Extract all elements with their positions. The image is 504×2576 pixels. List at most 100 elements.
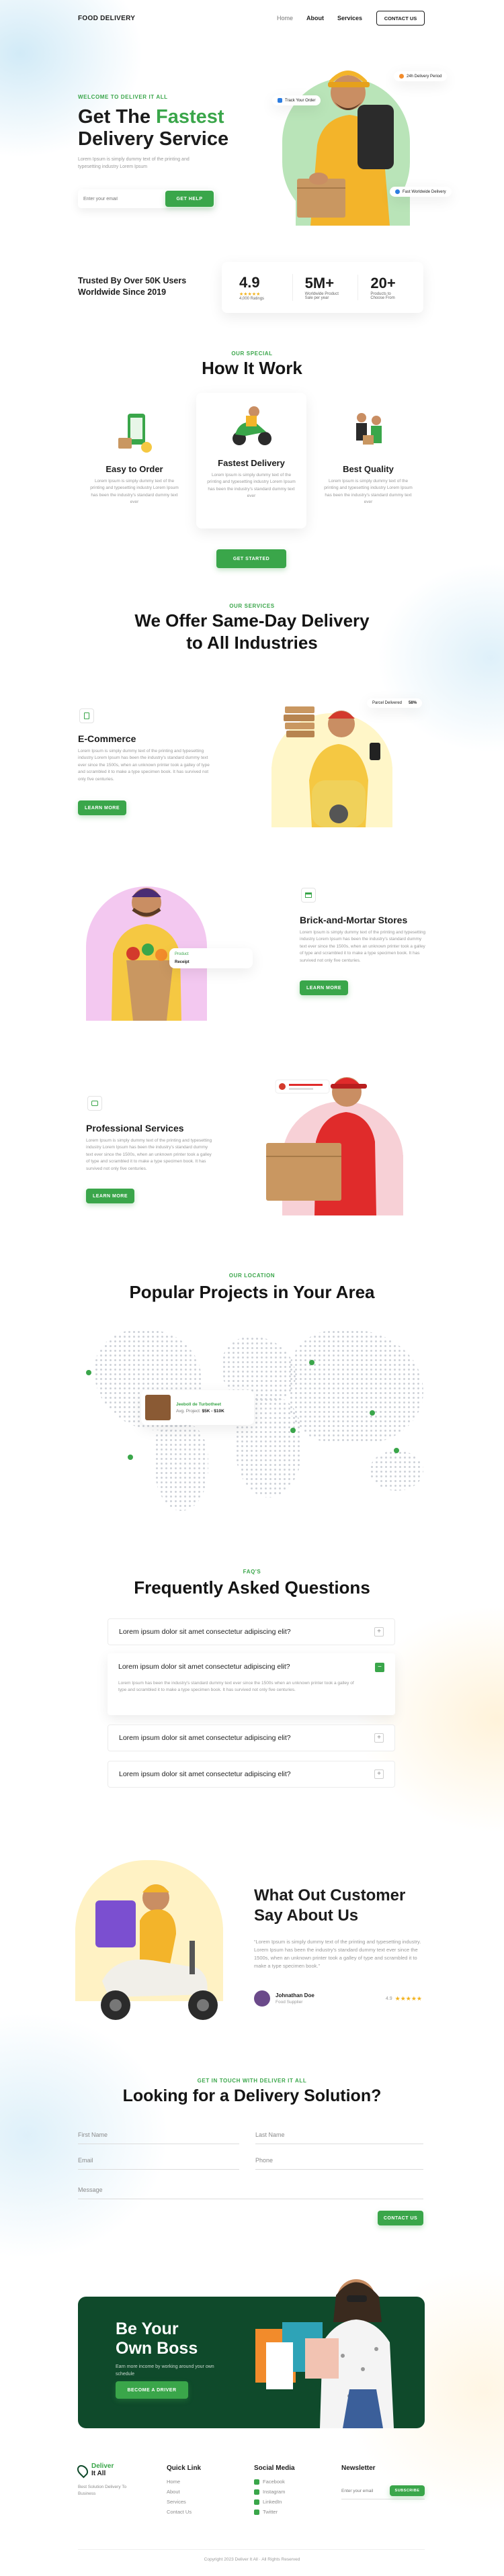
get-help-button[interactable]: GET HELP — [165, 191, 214, 207]
contact-submit-button[interactable]: CONTACT US — [378, 2211, 423, 2225]
shopper-groceries-illustration — [86, 886, 207, 1021]
courier-box-illustration — [266, 1077, 403, 1215]
services-title: We Offer Same-Day Delivery to All Industr… — [134, 610, 370, 653]
learn-more-professional-button[interactable]: LEARN MORE — [86, 1189, 134, 1203]
instagram-icon — [254, 2489, 259, 2495]
instagram-link[interactable]: Instagram — [254, 2489, 295, 2495]
message-field[interactable]: Message — [78, 2187, 423, 2199]
how-step-quality: Best Quality Lorem Ipsum is simply dummy… — [321, 396, 415, 506]
stats-card: 4.9 ★★★★★ 4,000 Ratings 5M+ Worldwide Pr… — [222, 262, 423, 313]
professional-icon — [87, 1096, 102, 1111]
hero-eyebrow: WELCOME TO DELIVER IT ALL — [78, 94, 168, 100]
hero-email-form: GET HELP — [78, 189, 215, 208]
get-started-button[interactable]: GET STARTED — [216, 549, 286, 568]
copyright: Copyright 2023 Deliver It All · All Righ… — [204, 2557, 300, 2562]
plus-icon[interactable]: + — [374, 1627, 384, 1637]
service-store-desc: Lorem Ipsum is simply dummy text of the … — [300, 930, 426, 963]
hero-title-c: Delivery Service — [78, 128, 229, 150]
linkedin-link[interactable]: LinkedIn — [254, 2499, 295, 2505]
location-title: Popular Projects in Your Area — [129, 1282, 375, 1302]
how-eyebrow: OUR SPECIAL — [231, 351, 273, 357]
main-nav: Home About Services — [263, 15, 362, 21]
become-driver-button[interactable]: BECOME A DRIVER — [116, 2381, 188, 2399]
email-field[interactable]: Email — [78, 2157, 239, 2170]
map-region-oceania — [370, 1451, 423, 1491]
service-professional-desc: Lorem Ipsum is simply dummy text of the … — [86, 1138, 212, 1171]
minus-icon[interactable]: − — [375, 1663, 384, 1672]
how-step-easy: Easy to Order Lorem Ipsum is simply dumm… — [87, 396, 181, 506]
faq-item-3[interactable]: Lorem ipsum dolor sit amet consectetur a… — [108, 1724, 395, 1751]
map-pin[interactable] — [370, 1410, 375, 1416]
brick-mortar-image — [86, 866, 214, 1021]
nav-home[interactable]: Home — [277, 15, 293, 21]
newsletter-email-input[interactable] — [341, 2488, 383, 2493]
rating-stars: ★★★★★ — [239, 292, 261, 297]
clock-icon — [399, 74, 404, 79]
stat-rating: 4.9 ★★★★★ 4,000 Ratings — [222, 274, 293, 301]
stat-products: 20+ Products to Choose From — [370, 275, 396, 300]
location-eyebrow: OUR LOCATION — [228, 1273, 276, 1279]
map-region-asia — [289, 1330, 423, 1444]
location-pin-icon — [75, 2463, 91, 2478]
faq-item-4[interactable]: Lorem ipsum dolor sit amet consectetur a… — [108, 1761, 395, 1788]
project-popup[interactable]: Jeeboll de Turbotheet Avg. Project: $5K … — [141, 1390, 254, 1425]
scooter-rider-illustration — [75, 1860, 223, 2020]
rating-stars: ★★★★★ — [394, 1994, 422, 2002]
how-title: How It Work — [202, 358, 302, 378]
contact-us-button[interactable]: CONTACT US — [376, 11, 425, 26]
phone-field[interactable]: Phone — [255, 2157, 423, 2170]
twitter-link[interactable]: Twitter — [254, 2509, 295, 2515]
hero-email-input[interactable] — [83, 193, 164, 204]
twitter-icon — [254, 2509, 259, 2515]
map-pin[interactable] — [290, 1428, 296, 1433]
world-dot-map — [54, 1323, 450, 1531]
trust-text: Trusted By Over 50K Users Worldwide Sinc… — [78, 276, 187, 297]
footer-link-services[interactable]: Services — [167, 2499, 201, 2505]
footer-link-contact[interactable]: Contact Us — [167, 2509, 201, 2515]
hero-description: Lorem Ipsum is simply dummy text of the … — [78, 157, 190, 170]
quality-people-icon — [356, 413, 382, 445]
facebook-link[interactable]: Facebook — [254, 2479, 295, 2485]
ecommerce-icon — [79, 708, 94, 723]
globe-icon — [395, 189, 400, 194]
learn-more-ecommerce-button[interactable]: LEARN MORE — [78, 800, 126, 815]
nav-services[interactable]: Services — [337, 15, 362, 21]
contact-title: Looking for a Delivery Solution? — [122, 2086, 382, 2105]
logo[interactable]: FOOD DELIVERY — [78, 15, 135, 22]
map-pin[interactable] — [309, 1360, 314, 1365]
plus-icon[interactable]: + — [374, 1769, 384, 1779]
footer-brand: Deliver It All Best Solution Delivery To … — [75, 2463, 132, 2497]
hero-tag-track: Track Your Order — [272, 95, 321, 105]
pin-icon — [278, 98, 282, 103]
learn-more-store-button[interactable]: LEARN MORE — [300, 980, 348, 995]
hero-title-highlight: Fastest — [156, 106, 224, 128]
services-eyebrow: OUR SERVICES — [229, 603, 275, 609]
how-step-fastest: Fastest Delivery Lorem Ipsum is simply d… — [196, 393, 306, 528]
service-ecommerce-title: E-Commerce — [78, 733, 136, 744]
project-thumbnail — [145, 1395, 171, 1420]
subscribe-button[interactable]: SUBSCRIBE — [390, 2485, 425, 2496]
faq-eyebrow: FAQ'S — [243, 1569, 261, 1575]
avatar — [254, 1990, 270, 2007]
first-name-field[interactable]: First Name — [78, 2131, 239, 2144]
footer-link-home[interactable]: Home — [167, 2479, 201, 2485]
map-pin[interactable] — [86, 1370, 91, 1375]
faq-item-2-expanded[interactable]: Lorem ipsum dolor sit amet consectetur a… — [108, 1653, 395, 1715]
page: { "header":{"logo":"FOOD DELIVERY","nav"… — [0, 0, 504, 2576]
faq-item-1[interactable]: Lorem ipsum dolor sit amet consectetur a… — [108, 1618, 395, 1645]
facebook-icon — [254, 2479, 259, 2485]
map-pin[interactable] — [128, 1455, 133, 1460]
testimonial-image — [75, 1853, 237, 2035]
stat-sales: 5M+ Worldwide Product Sale per year — [293, 275, 359, 300]
testimonial-author: Johnathan Doe Food Supplier 4.9 ★★★★★ — [254, 1990, 422, 2007]
map-pin[interactable] — [394, 1448, 399, 1453]
footer-link-about[interactable]: About — [167, 2489, 201, 2495]
testimonial-quote: “Lorem Ipsum is simply dummy text of the… — [254, 1939, 421, 1969]
contact-eyebrow: GET IN TOUCH WITH DELIVER IT ALL — [197, 2078, 307, 2084]
last-name-field[interactable]: Last Name — [255, 2131, 423, 2144]
plus-icon[interactable]: + — [374, 1733, 384, 1743]
professional-image — [255, 1054, 410, 1215]
footer-newsletter: Newsletter SUBSCRIBE — [341, 2465, 425, 2499]
nav-about[interactable]: About — [306, 15, 324, 21]
store-icon — [301, 888, 316, 903]
